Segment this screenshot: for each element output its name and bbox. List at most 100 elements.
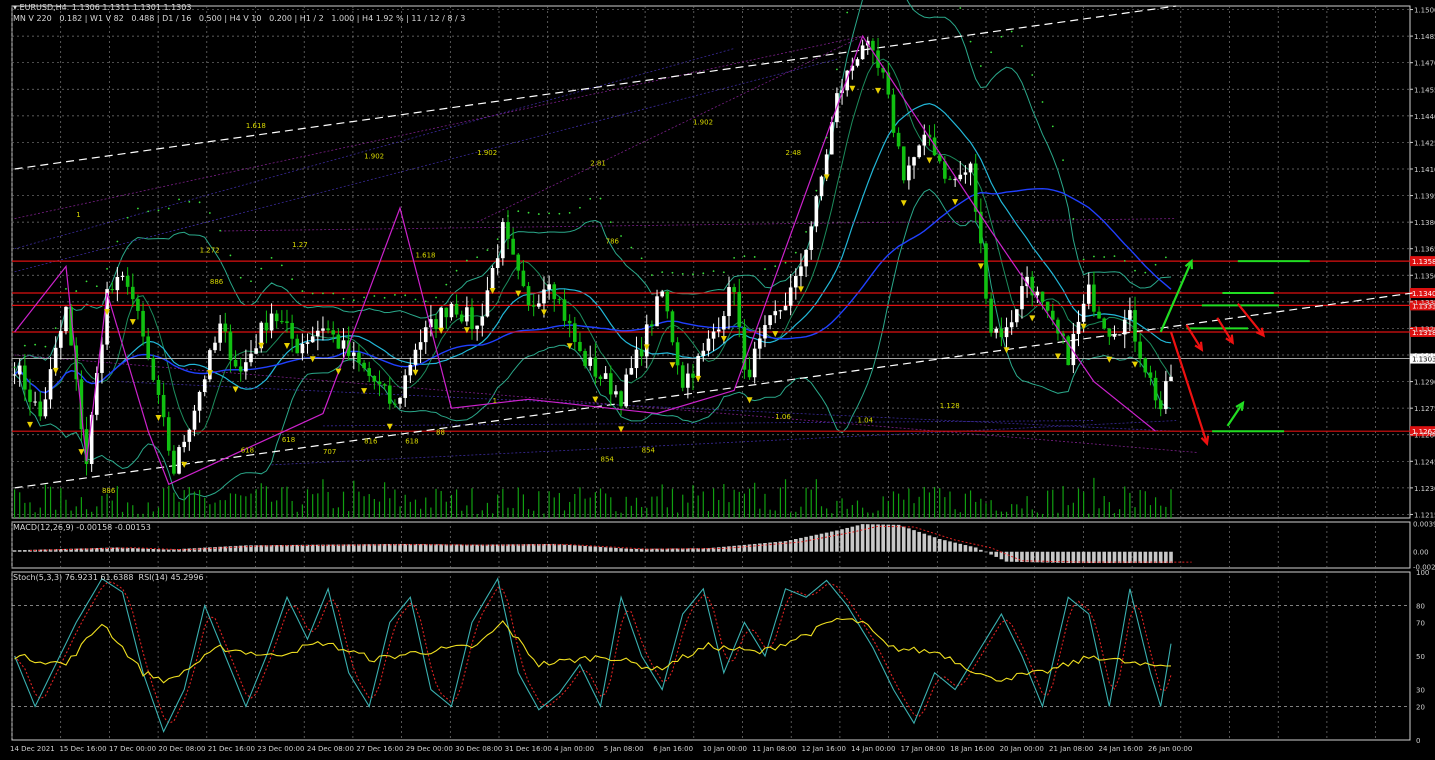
candle-body [1035,291,1040,296]
candle-body [696,355,700,378]
candle-body [583,351,587,366]
candle-body [28,389,32,402]
candle-body [136,299,140,311]
psar-dot [270,256,273,259]
fractal-arrow [26,421,33,428]
candle-body [963,172,968,175]
stochastic-rsi-panel: 100 80 70 50 30 20 0 [12,569,1429,745]
fractal-arrow [900,200,907,207]
psar-dot [54,327,57,329]
fib-label-24: 886 [102,487,116,495]
psar-dot [650,274,653,276]
candle-body [372,375,377,382]
candle-body [300,343,305,354]
ma-fast [14,58,1172,434]
signal-arrows [1159,258,1310,446]
price-tick-12: 1.1320 [1414,325,1435,333]
candle-body [120,275,125,277]
macd-y-tick-0: 0.00399 [1413,520,1435,528]
candle-body [362,362,366,369]
fib-fan-line-5 [220,218,1177,232]
candle-body [166,417,171,451]
fib-label-12: 1 [493,397,497,405]
candle-body [202,379,207,392]
candle-body [819,176,824,197]
candle-body [511,238,515,255]
psar-dot [692,273,694,276]
psar-dot [507,215,509,217]
fib-label-7: 1.272 [200,246,220,254]
candle-body [161,394,166,418]
candle-body [562,299,567,321]
candle-body [799,266,803,277]
psar-dot [311,292,314,295]
psar-dot [784,261,787,264]
candle-body [650,324,654,327]
candle-body [655,296,659,327]
fibonacci-fans [14,35,1197,466]
stoch-y-tick-4: 30 [1416,687,1425,695]
candle-body [156,379,161,395]
price-tick-5: 1.1425 [1414,139,1435,147]
time-tick-13: 6 Jan 16:00 [653,745,693,753]
price-tick-13: 1.1305 [1414,352,1435,360]
fractal-arrow [78,449,85,456]
psar-dot [188,200,191,203]
candle-body [177,447,181,474]
candle-body [280,321,284,323]
candle-body [824,154,829,177]
psar-dot [208,212,211,214]
candle-body [1097,311,1101,319]
candle-body [495,258,500,268]
trendline-0 [14,5,1177,170]
time-tick-8: 29 Dec 00:00 [406,745,453,753]
price-tick-0: 1.1500 [1414,7,1435,15]
fib-label-22: 854 [642,446,656,454]
candle-body [326,328,330,331]
fractal-arrow [1132,361,1139,368]
price-tick-11: 1.1335 [1414,299,1435,307]
psar-dot [445,283,448,286]
candle-body [603,373,608,379]
psar-dot [764,268,766,270]
candle-body [1086,284,1091,304]
macd-panel: 0.003990.00-0.0021 [12,520,1435,572]
candle-body [629,368,634,375]
candle-body [788,287,793,306]
psar-dot [1134,269,1136,272]
fib-label-11: 886 [210,278,224,286]
psar-dot [959,7,962,9]
psar-dot [537,213,540,215]
fib-label-10: 786 [606,237,620,245]
candle-body [937,155,942,162]
chart-frame [11,5,1411,741]
candle-body [973,163,978,212]
price-tick-15: 1.1275 [1414,405,1435,413]
signal-arrow-0 [1159,260,1193,333]
resistance-levels: 1.13581.13401.13331.13181.12621.1303 [12,256,1435,437]
candle-body [912,157,916,166]
candle-body [1158,400,1163,410]
psar-dot [198,201,201,204]
fractal-arrow [129,319,136,326]
candle-body [680,365,685,388]
psar-dot [44,345,47,348]
fractal-arrow [695,375,702,382]
psar-dot [1093,255,1095,258]
candle-body [917,145,921,158]
psar-dot [116,240,119,243]
psar-dot [1021,45,1023,47]
psar-dot [753,256,756,258]
stoch-signal-line [14,581,1172,724]
price-tick-7: 1.1395 [1414,193,1435,201]
psar-dot [126,216,129,219]
trading-chart[interactable]: 1.13581.13401.13331.13181.12621.1303 1.6… [0,0,1435,760]
psar-dot [85,280,88,283]
bollinger-bands [14,0,1172,501]
candle-body [146,336,151,358]
fractal-arrow [977,263,984,270]
candle-body [1076,321,1081,334]
candle-body [269,313,274,331]
psar-dot [805,230,807,233]
stoch-y-tick-2: 70 [1416,619,1425,627]
